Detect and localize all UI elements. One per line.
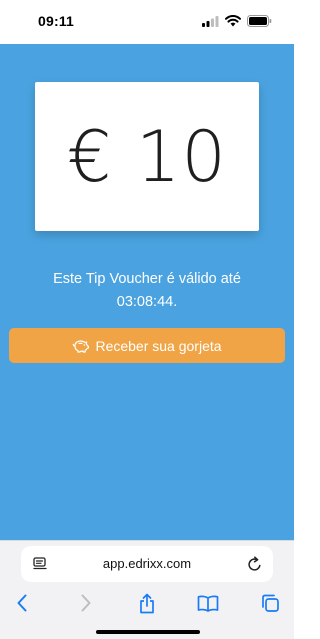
address-bar[interactable]: app.edrixx.com (21, 546, 273, 582)
browser-bar: app.edrixx.com (0, 540, 294, 639)
validity-line-2: 03:08:44. (116, 294, 178, 310)
voucher-amount: € 10 (67, 115, 227, 198)
piggy-bank-icon (73, 339, 90, 353)
url-text: app.edrixx.com (102, 556, 192, 571)
forward-icon (81, 594, 91, 612)
status-icons (202, 15, 272, 27)
voucher-card: € 10 (35, 82, 259, 231)
validity-message: Este Tip Voucher é válido até 03:08:44. (24, 268, 270, 314)
bookmarks-icon (197, 595, 219, 612)
share-icon (140, 593, 154, 613)
status-bar: 09:11 (0, 0, 294, 44)
battery-icon (247, 15, 272, 27)
forward-button[interactable] (72, 589, 100, 617)
status-time: 09:11 (38, 13, 75, 29)
share-button[interactable] (133, 589, 161, 617)
claim-tip-button[interactable]: Receber sua gorjeta (9, 328, 285, 363)
bookmarks-button[interactable] (194, 589, 222, 617)
home-indicator (96, 630, 200, 634)
reload-icon[interactable] (247, 556, 262, 572)
cellular-icon (202, 15, 219, 27)
voucher-page: € 10 Este Tip Voucher é válido até 03:08… (0, 44, 294, 540)
back-button[interactable] (8, 589, 36, 617)
wifi-icon (225, 15, 241, 27)
tabs-button[interactable] (256, 589, 284, 617)
back-icon (17, 594, 27, 612)
validity-line-1: Este Tip Voucher é válido até (53, 271, 241, 287)
browser-toolbar (0, 589, 294, 617)
claim-tip-label: Receber sua gorjeta (95, 337, 222, 354)
tabs-icon (262, 594, 279, 612)
